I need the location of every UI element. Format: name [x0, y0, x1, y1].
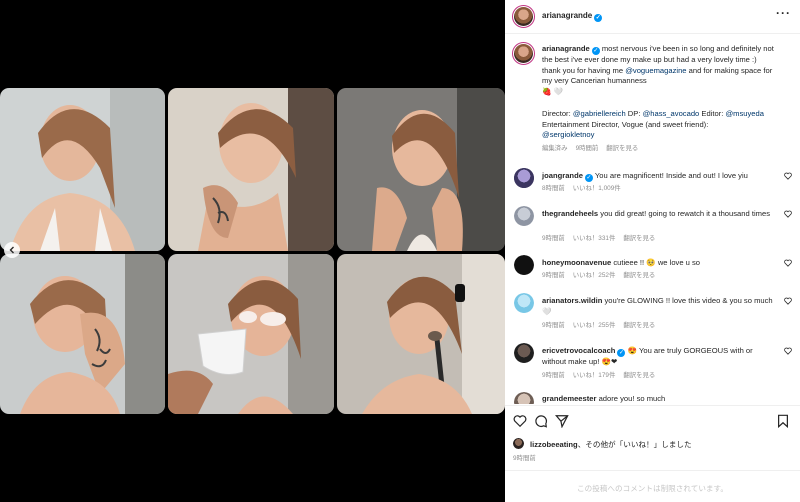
- post-media[interactable]: [0, 0, 505, 502]
- previous-media-button[interactable]: [4, 242, 20, 258]
- footer-divider: [505, 470, 800, 471]
- verified-icon: ✓: [594, 14, 603, 22]
- video-still-3: [337, 88, 505, 251]
- heart-icon[interactable]: [784, 297, 792, 305]
- video-still-2: [168, 88, 334, 251]
- commenter-avatar[interactable]: [514, 343, 534, 363]
- comment-username[interactable]: joangrande: [542, 171, 583, 180]
- comment-item: thegrandeheels you did great! going to r…: [512, 206, 794, 244]
- caption-line-4: and for: [688, 65, 713, 75]
- comment-time[interactable]: 9時間前: [542, 322, 565, 329]
- comment-translate-link[interactable]: 翻訳を見る: [623, 272, 655, 279]
- video-still-6: [337, 254, 505, 414]
- credits-friend-link[interactable]: @sergiokletnoy: [542, 130, 594, 139]
- heart-icon[interactable]: [513, 414, 527, 428]
- share-icon[interactable]: [555, 414, 569, 428]
- credits-director-link[interactable]: @gabriellereich: [573, 109, 626, 118]
- comment-text: adore you! so much: [598, 394, 666, 403]
- comment-item: ericvetrovocalcoach ✓ 😍 You are truly GOR…: [512, 343, 794, 381]
- more-options-icon[interactable]: ···: [776, 6, 791, 20]
- comment-likes[interactable]: いいね！331件: [573, 235, 616, 242]
- comment-item: honeymoonavenue cutieee !! 🥺 we love u s…: [512, 255, 794, 283]
- verified-icon: ✓: [591, 47, 600, 55]
- comment-text: 😍 You are truly GORGEOUS with or: [627, 346, 753, 355]
- comment-item: joangrande ✓ You are magnificent! Inside …: [512, 168, 794, 196]
- comment-likes[interactable]: いいね！255件: [573, 322, 616, 329]
- comment-likes[interactable]: いいね！179件: [573, 372, 616, 379]
- comment-time[interactable]: 9時間前: [542, 272, 565, 279]
- comment-time[interactable]: 8時間前: [542, 185, 565, 192]
- comment-item: grandemeester adore you! so much: [512, 392, 794, 404]
- caption-translate-link[interactable]: 翻訳を見る: [606, 145, 638, 152]
- comment-text: cutieee !! 🥺 we love u so: [613, 258, 701, 267]
- caption-emoji: 🍓 🤍: [542, 86, 564, 96]
- comment-username[interactable]: honeymoonavenue: [542, 258, 611, 267]
- commenter-avatar[interactable]: [514, 168, 534, 188]
- comments-disabled-notice: この投稿へのコメントは制限されています。: [577, 484, 728, 493]
- credits-director-label: Director:: [542, 109, 573, 118]
- author-username[interactable]: arianagrande ✓: [542, 11, 603, 22]
- post-credits: Director: @gabriellereich DP: @hass_avoc…: [542, 109, 774, 141]
- author-username-text[interactable]: arianagrande: [542, 11, 592, 20]
- caption-username[interactable]: arianagrande: [542, 44, 590, 53]
- comment-text: you're GLOWING !! love this video & you …: [604, 296, 752, 305]
- comment-username[interactable]: arianators.wildin: [542, 296, 602, 305]
- caption-avatar[interactable]: [512, 42, 535, 65]
- caption-mention-link[interactable]: @voguemagazine: [625, 66, 686, 75]
- comment-item: arianators.wildin you're GLOWING !! love…: [512, 293, 794, 331]
- comment-text: You are magnificent! Inside and out! I l…: [594, 171, 748, 180]
- liked-by-summary[interactable]: lizzobeeating、その他が「いいね！」しました: [530, 439, 692, 450]
- post-caption: arianagrande ✓ most nervous i've been in …: [542, 44, 774, 97]
- liker-avatar[interactable]: [513, 438, 524, 449]
- comment-text: you did great! going to rewatch it a tho…: [600, 209, 750, 218]
- caption-meta: 編集済み 9時間前 翻訳を見る: [542, 143, 646, 152]
- heart-icon[interactable]: [784, 347, 792, 355]
- verified-icon: ✓: [584, 174, 593, 182]
- author-avatar[interactable]: [512, 5, 535, 28]
- comment-username[interactable]: ericvetrovocalcoach: [542, 346, 615, 355]
- video-still-4: [0, 254, 165, 414]
- credits-dp-link[interactable]: @hass_avocado: [643, 109, 700, 118]
- comment-username[interactable]: thegrandeheels: [542, 209, 598, 218]
- bookmark-icon[interactable]: [776, 414, 790, 428]
- credits-editor-link[interactable]: @msuyeda: [725, 109, 764, 118]
- post-time[interactable]: 9時間前: [513, 453, 536, 462]
- comment-time[interactable]: 9時間前: [542, 372, 565, 379]
- comment-likes[interactable]: いいね！252件: [573, 272, 616, 279]
- comment-translate-link[interactable]: 翻訳を見る: [623, 372, 655, 379]
- commenter-avatar[interactable]: [514, 206, 534, 226]
- actions-divider: [505, 405, 800, 406]
- comment-text-cont: without make up! 😍❤: [542, 357, 618, 366]
- liked-by-username[interactable]: lizzobeeating: [530, 440, 578, 449]
- header-divider: [505, 33, 800, 34]
- chevron-left-icon: [9, 246, 14, 254]
- credits-editor-label: Editor:: [699, 109, 726, 118]
- edited-label: 編集済み: [542, 145, 568, 152]
- comment-time[interactable]: 9時間前: [542, 235, 565, 242]
- liked-by-text: 、その他が「いいね！」しました: [577, 440, 692, 449]
- commenter-avatar[interactable]: [514, 392, 534, 404]
- heart-icon[interactable]: [784, 259, 792, 267]
- comment-translate-link[interactable]: 翻訳を見る: [623, 235, 655, 242]
- comment-text-cont: times: [751, 209, 770, 218]
- heart-icon[interactable]: [784, 172, 792, 180]
- video-still-1: [0, 88, 165, 251]
- comment-translate-link[interactable]: 翻訳を見る: [623, 322, 655, 329]
- credits-entertainment-director: Entertainment Director, Vogue (and sweet…: [542, 119, 709, 129]
- credits-dp-label: DP:: [625, 109, 643, 118]
- commenter-avatar[interactable]: [514, 293, 534, 313]
- comment-likes[interactable]: いいね！1,009件: [573, 185, 621, 192]
- commenter-avatar[interactable]: [514, 255, 534, 275]
- verified-icon: ✓: [617, 349, 626, 357]
- comment-username[interactable]: grandemeester: [542, 394, 596, 403]
- caption-line-1: most nervous i've been in so long and de…: [601, 44, 762, 53]
- video-still-5: [168, 254, 334, 414]
- caption-time[interactable]: 9時間前: [576, 145, 599, 152]
- comment-icon[interactable]: [534, 414, 548, 428]
- heart-icon[interactable]: [784, 210, 792, 218]
